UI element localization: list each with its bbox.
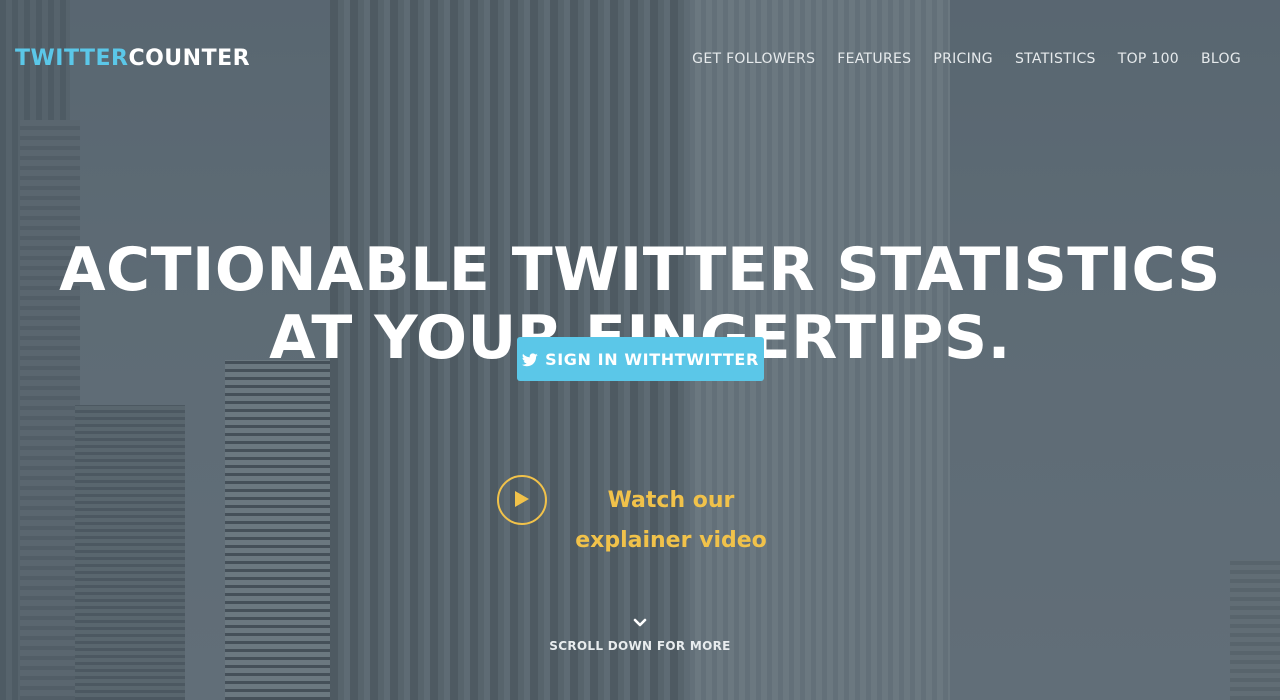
explainer-video-link[interactable]: Watch our explainer video bbox=[497, 475, 797, 565]
play-icon bbox=[497, 475, 547, 525]
chevron-down-icon[interactable] bbox=[630, 614, 650, 632]
nav-statistics[interactable]: STATISTICS bbox=[1015, 49, 1096, 69]
nav-features[interactable]: FEATURES bbox=[837, 49, 911, 69]
nav-top-100[interactable]: TOP 100 bbox=[1118, 49, 1179, 69]
logo-twitter-text: TWITTER bbox=[15, 46, 129, 71]
explainer-video-label: Watch our explainer video bbox=[575, 488, 767, 553]
nav-get-followers[interactable]: GET FOLLOWERS bbox=[692, 49, 815, 69]
logo-counter-text: COUNTER bbox=[128, 46, 251, 71]
nav-pricing[interactable]: PRICING bbox=[933, 49, 993, 69]
headline-line-1: ACTIONABLE TWITTER STATISTICS bbox=[59, 235, 1221, 306]
sign-in-with-twitter-button[interactable]: SIGN IN WITHTWITTER bbox=[517, 337, 764, 381]
logo[interactable]: TWITTERCOUNTER bbox=[15, 46, 250, 72]
sign-in-label: SIGN IN WITHTWITTER bbox=[545, 349, 759, 369]
scroll-down-label: SCROLL DOWN FOR MORE bbox=[549, 639, 731, 653]
nav-blog[interactable]: BLOG bbox=[1201, 49, 1241, 69]
main-nav: GET FOLLOWERS FEATURES PRICING STATISTIC… bbox=[692, 49, 1241, 69]
twitter-bird-icon bbox=[522, 352, 538, 367]
